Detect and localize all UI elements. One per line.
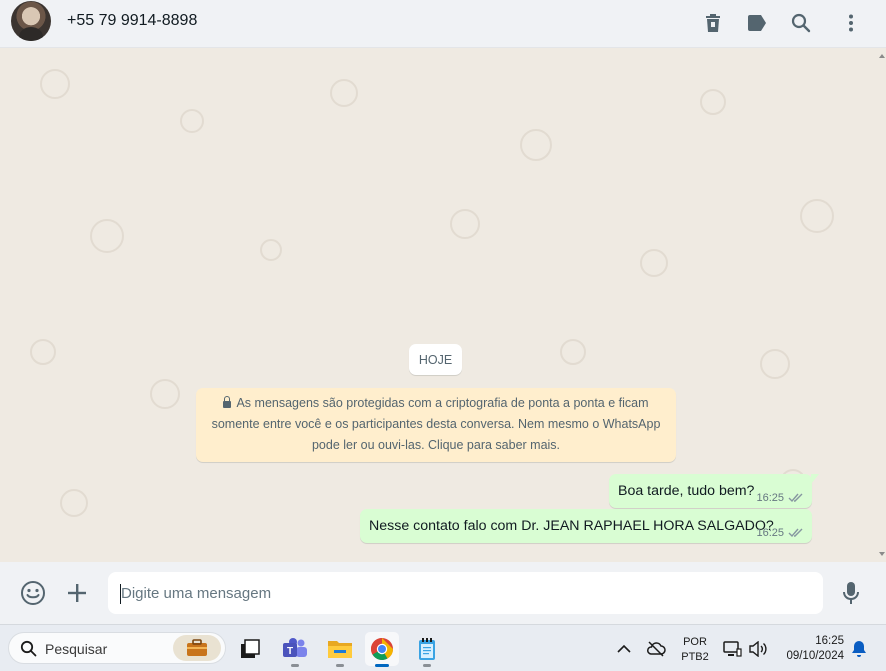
notepad-icon[interactable] [410,632,444,667]
text-caret [120,584,121,604]
clock-time: 16:25 [815,635,844,647]
app-running-indicator [336,664,344,667]
chrome-icon[interactable] [365,632,399,667]
search-icon[interactable] [788,10,814,36]
wallpaper-doodle [560,339,586,365]
trash-icon[interactable] [700,10,726,36]
outgoing-message[interactable]: Boa tarde, tudo bem? 16:25 [609,474,819,508]
wallpaper-doodle [330,79,358,107]
double-check-icon [788,528,803,538]
encryption-notice[interactable]: As mensagens são protegidas com a cripto… [196,388,676,462]
wallpaper-doodle [760,349,790,379]
clock-date: 09/10/2024 [786,650,844,662]
contact-avatar[interactable] [11,1,51,41]
taskbar-search-label: Pesquisar [45,641,108,657]
message-input[interactable] [108,572,823,614]
wallpaper-doodle [260,239,282,261]
app-running-indicator [291,664,299,667]
app-running-indicator [423,664,431,667]
contact-name[interactable]: +55 79 9914-8898 [67,12,197,30]
wallpaper-doodle [800,199,834,233]
taskbar-search[interactable]: Pesquisar [8,632,226,664]
bubble-tail [811,474,819,484]
message-time: 16:25 [756,527,784,539]
search-icon [20,640,37,657]
message-meta: 16:25 [756,492,804,504]
label-icon[interactable] [744,10,770,36]
notification-bell-icon[interactable] [846,632,872,666]
date-divider: HOJE [409,344,462,375]
app-active-indicator [375,664,389,667]
language-indicator[interactable]: POR PTB2 [678,635,712,665]
scroll-down-arrow-icon[interactable] [879,552,885,556]
volume-icon[interactable] [744,632,772,666]
keyboard-layout: PTB2 [681,651,709,663]
message-time: 16:25 [756,492,784,504]
file-explorer-icon[interactable] [323,632,357,667]
menu-icon[interactable] [838,10,864,36]
cloud-offline-icon[interactable] [641,632,671,666]
language-code: POR [683,636,707,648]
double-check-icon [788,493,803,503]
wallpaper-doodle [640,249,668,277]
outgoing-message[interactable]: Nesse contato falo com Dr. JEAN RAPHAEL … [360,509,812,543]
chevron-up-icon[interactable] [609,632,639,666]
wallpaper-doodle [700,89,726,115]
wallpaper-doodle [450,209,480,239]
encryption-notice-text: As mensagens são protegidas com a cripto… [211,396,661,452]
microphone-icon[interactable] [836,578,866,608]
chat-scrollbar[interactable] [878,49,886,562]
scroll-up-arrow-icon[interactable] [879,54,885,58]
emoji-icon[interactable] [18,578,48,608]
clock[interactable]: 16:25 09/10/2024 [778,634,848,664]
windows-taskbar: Pesquisar T POR PTB2 16:25 09/10/2024 [0,624,886,671]
wallpaper-doodle [180,109,204,133]
task-view-icon[interactable] [233,632,267,666]
message-text: Nesse contato falo com Dr. JEAN RAPHAEL … [369,518,774,534]
message-meta: 16:25 [756,527,804,539]
wallpaper-doodle [60,489,88,517]
plus-icon[interactable] [62,578,92,608]
teams-icon[interactable]: T [278,632,312,667]
chat-header: +55 79 9914-8898 [0,0,886,48]
wallpaper-doodle [90,219,124,253]
wallpaper-doodle [150,379,180,409]
lock-icon [223,396,232,408]
work-briefcase-icon[interactable] [173,635,221,661]
svg-text:T: T [287,646,293,657]
message-composer [0,562,886,624]
wallpaper-doodle [30,339,56,365]
message-text: Boa tarde, tudo bem? [618,483,755,499]
network-icon[interactable] [718,632,746,666]
wallpaper-doodle [520,129,552,161]
wallpaper-doodle [40,69,70,99]
